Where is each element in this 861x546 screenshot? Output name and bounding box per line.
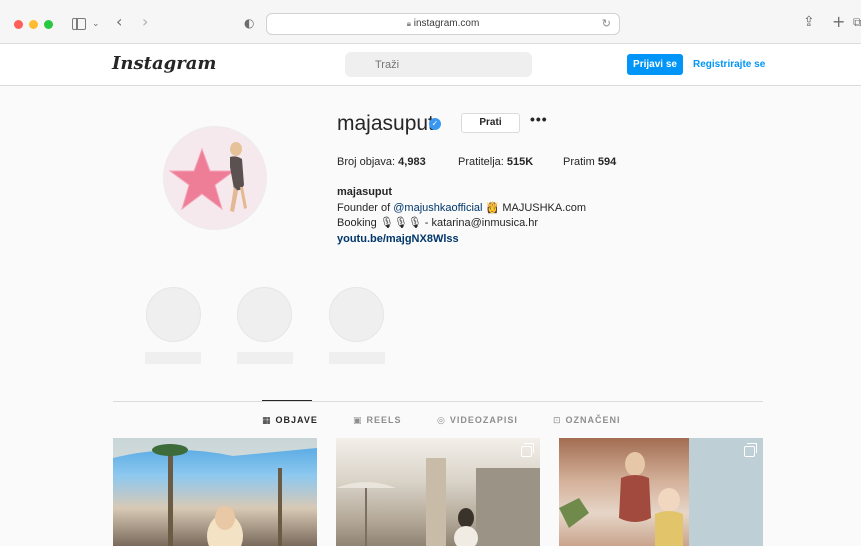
bio-external-link[interactable]: youtu.be/majgNX8Wlss <box>337 232 586 248</box>
posts-count: Broj objava: 4,983 <box>337 156 426 168</box>
privacy-shield-icon[interactable]: ◐ <box>244 13 254 33</box>
posts-value: 4,983 <box>398 156 426 168</box>
search-input[interactable] <box>345 52 532 77</box>
register-link[interactable]: Registrirajte se <box>693 54 765 75</box>
highlight-placeholder <box>329 287 384 342</box>
reels-icon: ▣ <box>353 415 363 425</box>
post-image <box>559 438 763 546</box>
post-image <box>336 458 540 546</box>
followers-count[interactable]: Pratitelja: 515K <box>458 156 533 168</box>
profile-username: majasuput <box>337 112 434 135</box>
avatar-image <box>164 127 266 229</box>
active-tab-indicator <box>262 400 312 401</box>
chevron-down-icon[interactable]: ⌄ <box>92 14 100 34</box>
highlight-placeholder <box>237 287 292 342</box>
sidebar-toggle-icon[interactable] <box>72 18 86 30</box>
bio-line-founder: Founder of @majushkaofficial 👸 MAJUSHKA.… <box>337 201 586 217</box>
profile-bio: majasuput Founder of @majushkaofficial 👸… <box>337 185 586 247</box>
post-image <box>113 438 317 546</box>
tab-videos[interactable]: ◎ VIDEOZAPISI <box>437 415 518 426</box>
browser-toolbar: ⌄ ‹ › ◐ 🔒︎ instagram.com ↻ ⇪ + ⧉ <box>0 0 861 44</box>
highlight-placeholder <box>146 287 201 342</box>
bio-line-booking: Booking 🎙🎙🎙 - katarina@inmusica.hr <box>337 217 539 229</box>
post-thumbnail[interactable] <box>113 438 317 546</box>
tab-tagged-label: OZNAČENI <box>565 415 621 425</box>
minimize-window-button[interactable] <box>29 20 38 29</box>
share-icon[interactable]: ⇪ <box>803 12 815 32</box>
instagram-header: Instagram ⚲ Prijavi se Registrirajte se <box>0 44 861 86</box>
more-options-icon[interactable]: ••• <box>530 111 548 127</box>
highlight-label-placeholder <box>237 352 293 364</box>
highlight-label-placeholder <box>329 352 385 364</box>
mention-link[interactable]: @majushkaofficial <box>393 202 482 214</box>
tab-videos-label: VIDEOZAPISI <box>449 415 518 425</box>
followers-value: 515K <box>506 156 534 168</box>
bio-website-text: MAJUSHKA.com <box>499 201 587 214</box>
lock-icon: 🔒︎ <box>406 19 411 28</box>
post-thumbnail[interactable] <box>559 438 763 546</box>
following-label: Pratim <box>563 156 595 168</box>
following-value: 594 <box>597 156 617 168</box>
tab-reels-label: REELS <box>366 415 402 425</box>
login-button[interactable]: Prijavi se <box>627 54 683 75</box>
follow-button[interactable]: Prati <box>461 113 520 133</box>
profile-avatar[interactable] <box>163 126 267 230</box>
video-icon: ◎ <box>437 415 446 425</box>
following-count[interactable]: Pratim 594 <box>563 156 616 168</box>
post-thumbnail[interactable] <box>336 438 540 546</box>
tab-tagged[interactable]: ⊡ OZNAČENI <box>553 415 621 426</box>
crown-emoji-icon: 👸 <box>485 201 500 214</box>
bio-name: majasuput <box>337 186 393 198</box>
highlight-label-placeholder <box>145 352 201 364</box>
close-window-button[interactable] <box>14 20 23 29</box>
instagram-logo[interactable]: Instagram <box>112 53 216 74</box>
verified-badge-icon: ✓ <box>429 118 441 130</box>
new-tab-icon[interactable]: + <box>832 12 845 32</box>
forward-arrow-icon[interactable]: › <box>142 12 148 32</box>
tab-posts[interactable]: ▦ OBJAVE <box>262 415 318 426</box>
reload-icon[interactable]: ↻ <box>602 17 611 30</box>
tabs-divider <box>113 401 763 402</box>
tab-reels[interactable]: ▣ REELS <box>353 415 402 426</box>
url-text: instagram.com <box>413 18 480 29</box>
address-bar[interactable]: 🔒︎ instagram.com ↻ <box>266 13 620 35</box>
tab-posts-label: OBJAVE <box>275 415 318 425</box>
followers-label: Pratitelja: <box>458 156 504 168</box>
carousel-icon <box>521 443 534 457</box>
tab-overview-icon[interactable]: ⧉ <box>853 12 861 32</box>
tagged-icon: ⊡ <box>553 415 562 425</box>
posts-label: Broj objava: <box>337 156 396 168</box>
grid-icon: ▦ <box>262 415 272 425</box>
back-arrow-icon[interactable]: ‹ <box>116 12 122 32</box>
carousel-icon <box>744 443 757 457</box>
maximize-window-button[interactable] <box>44 20 53 29</box>
bio-founder-text: Founder of <box>337 201 394 214</box>
